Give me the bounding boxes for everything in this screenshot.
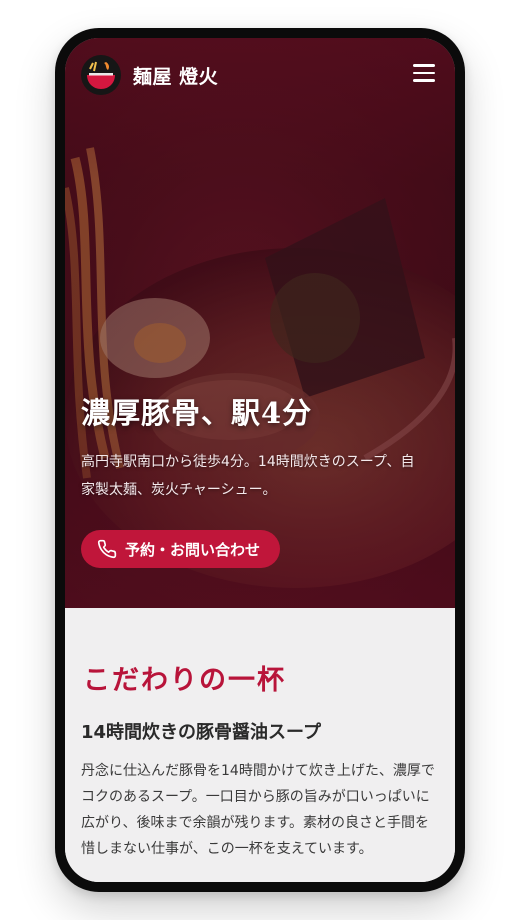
hero-overlay	[65, 38, 455, 608]
contact-button[interactable]: 予約・お問い合わせ	[81, 530, 281, 568]
hero-section: 麺屋 燈火 濃厚豚骨、駅4分 高円寺駅南口から徒歩4分。14時間炊きのスープ、自…	[65, 38, 455, 608]
contact-button-label: 予約・お問い合わせ	[125, 540, 261, 559]
hero-title: 濃厚豚骨、駅4分	[81, 396, 313, 430]
hamburger-menu-icon[interactable]	[413, 64, 435, 82]
phone-icon	[97, 539, 117, 559]
ramen-bowl-logo[interactable]	[81, 55, 121, 95]
phone-screen: 麺屋 燈火 濃厚豚骨、駅4分 高円寺駅南口から徒歩4分。14時間炊きのスープ、自…	[65, 38, 455, 882]
section-body: 丹念に仕込んだ豚骨を14時間かけて炊き上げた、濃厚でコクのあるスープ。一口目から…	[81, 763, 435, 857]
hero-subtitle: 高円寺駅南口から徒歩4分。14時間炊きのスープ、自家製太麺、炭火チャーシュー。	[81, 454, 415, 498]
site-header: 麺屋 燈火	[65, 38, 455, 110]
section-title: こだわりの一杯	[83, 665, 286, 696]
phone-frame: 麺屋 燈火 濃厚豚骨、駅4分 高円寺駅南口から徒歩4分。14時間炊きのスープ、自…	[55, 28, 465, 892]
feature-section: こだわりの一杯 14時間炊きの豚骨醤油スープ 丹念に仕込んだ豚骨を14時間かけて…	[65, 608, 455, 882]
section-subtitle: 14時間炊きの豚骨醤油スープ	[81, 722, 321, 743]
brand-name[interactable]: 麺屋 燈火	[133, 62, 218, 89]
